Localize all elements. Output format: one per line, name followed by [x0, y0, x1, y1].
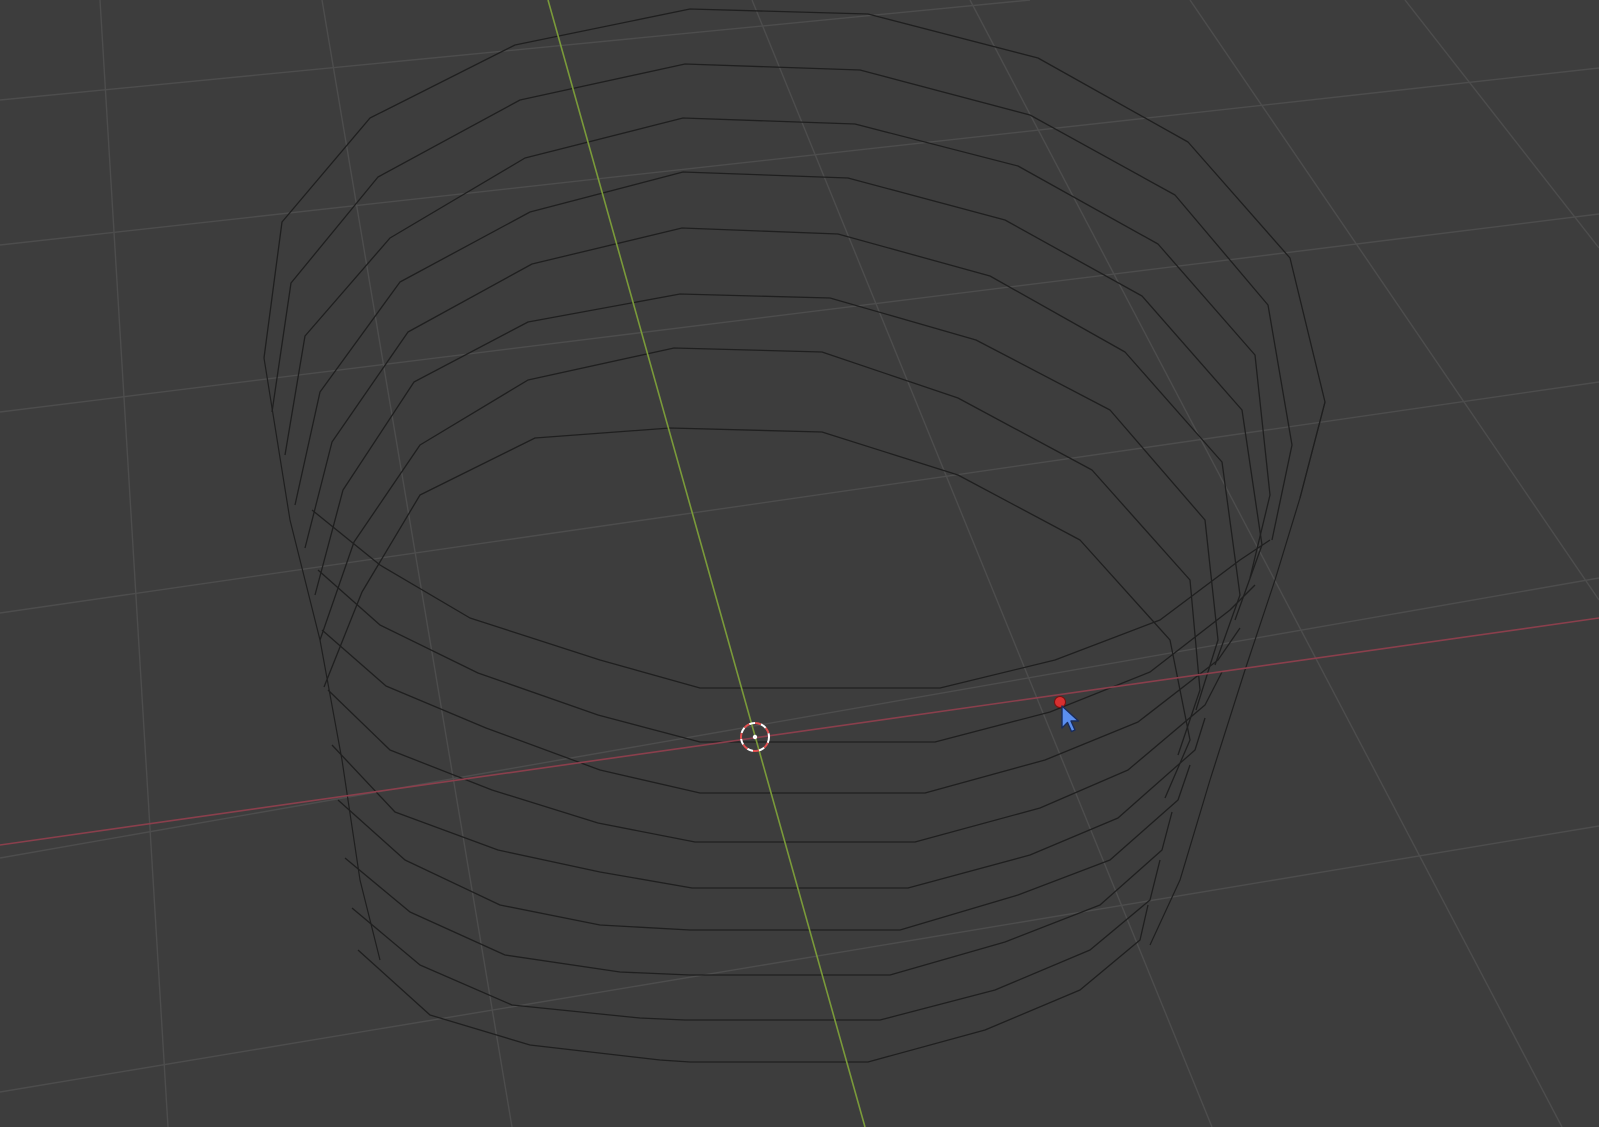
grid-line [0, 67, 1599, 246]
grid-line [99, 0, 169, 1127]
edge-loop[interactable] [271, 63, 1293, 541]
mouse-pointer-icon [1061, 705, 1080, 733]
grid-line [321, 0, 513, 1127]
viewport-canvas[interactable] [0, 0, 1599, 1127]
selected-vertex-icon[interactable] [1054, 696, 1066, 708]
grid-line [0, 213, 1599, 413]
grid-line [0, 577, 1599, 859]
grid-line [751, 0, 1213, 1127]
side-edge[interactable] [263, 357, 381, 961]
grid-line [1404, 0, 1599, 249]
edge-loop[interactable] [357, 904, 1149, 1063]
edge-loop[interactable] [284, 117, 1271, 579]
grid-line [0, 825, 1599, 1093]
edge-loop[interactable] [344, 811, 1173, 976]
edge-loop[interactable] [304, 227, 1241, 666]
3d-viewport[interactable] [0, 0, 1599, 1127]
y-axis-line [547, 0, 866, 1127]
edge-loop[interactable] [337, 764, 1191, 931]
grid-line [969, 0, 1563, 1127]
floor-grid [0, 0, 1599, 1127]
cylinder-wireframe[interactable] [263, 8, 1326, 1063]
grid-line [0, 0, 1031, 101]
grid-line [0, 381, 1599, 614]
edge-loop[interactable] [294, 171, 1263, 621]
world-axes [0, 0, 1599, 1127]
x-axis-line [0, 617, 1599, 846]
edge-loop[interactable] [321, 627, 1241, 794]
